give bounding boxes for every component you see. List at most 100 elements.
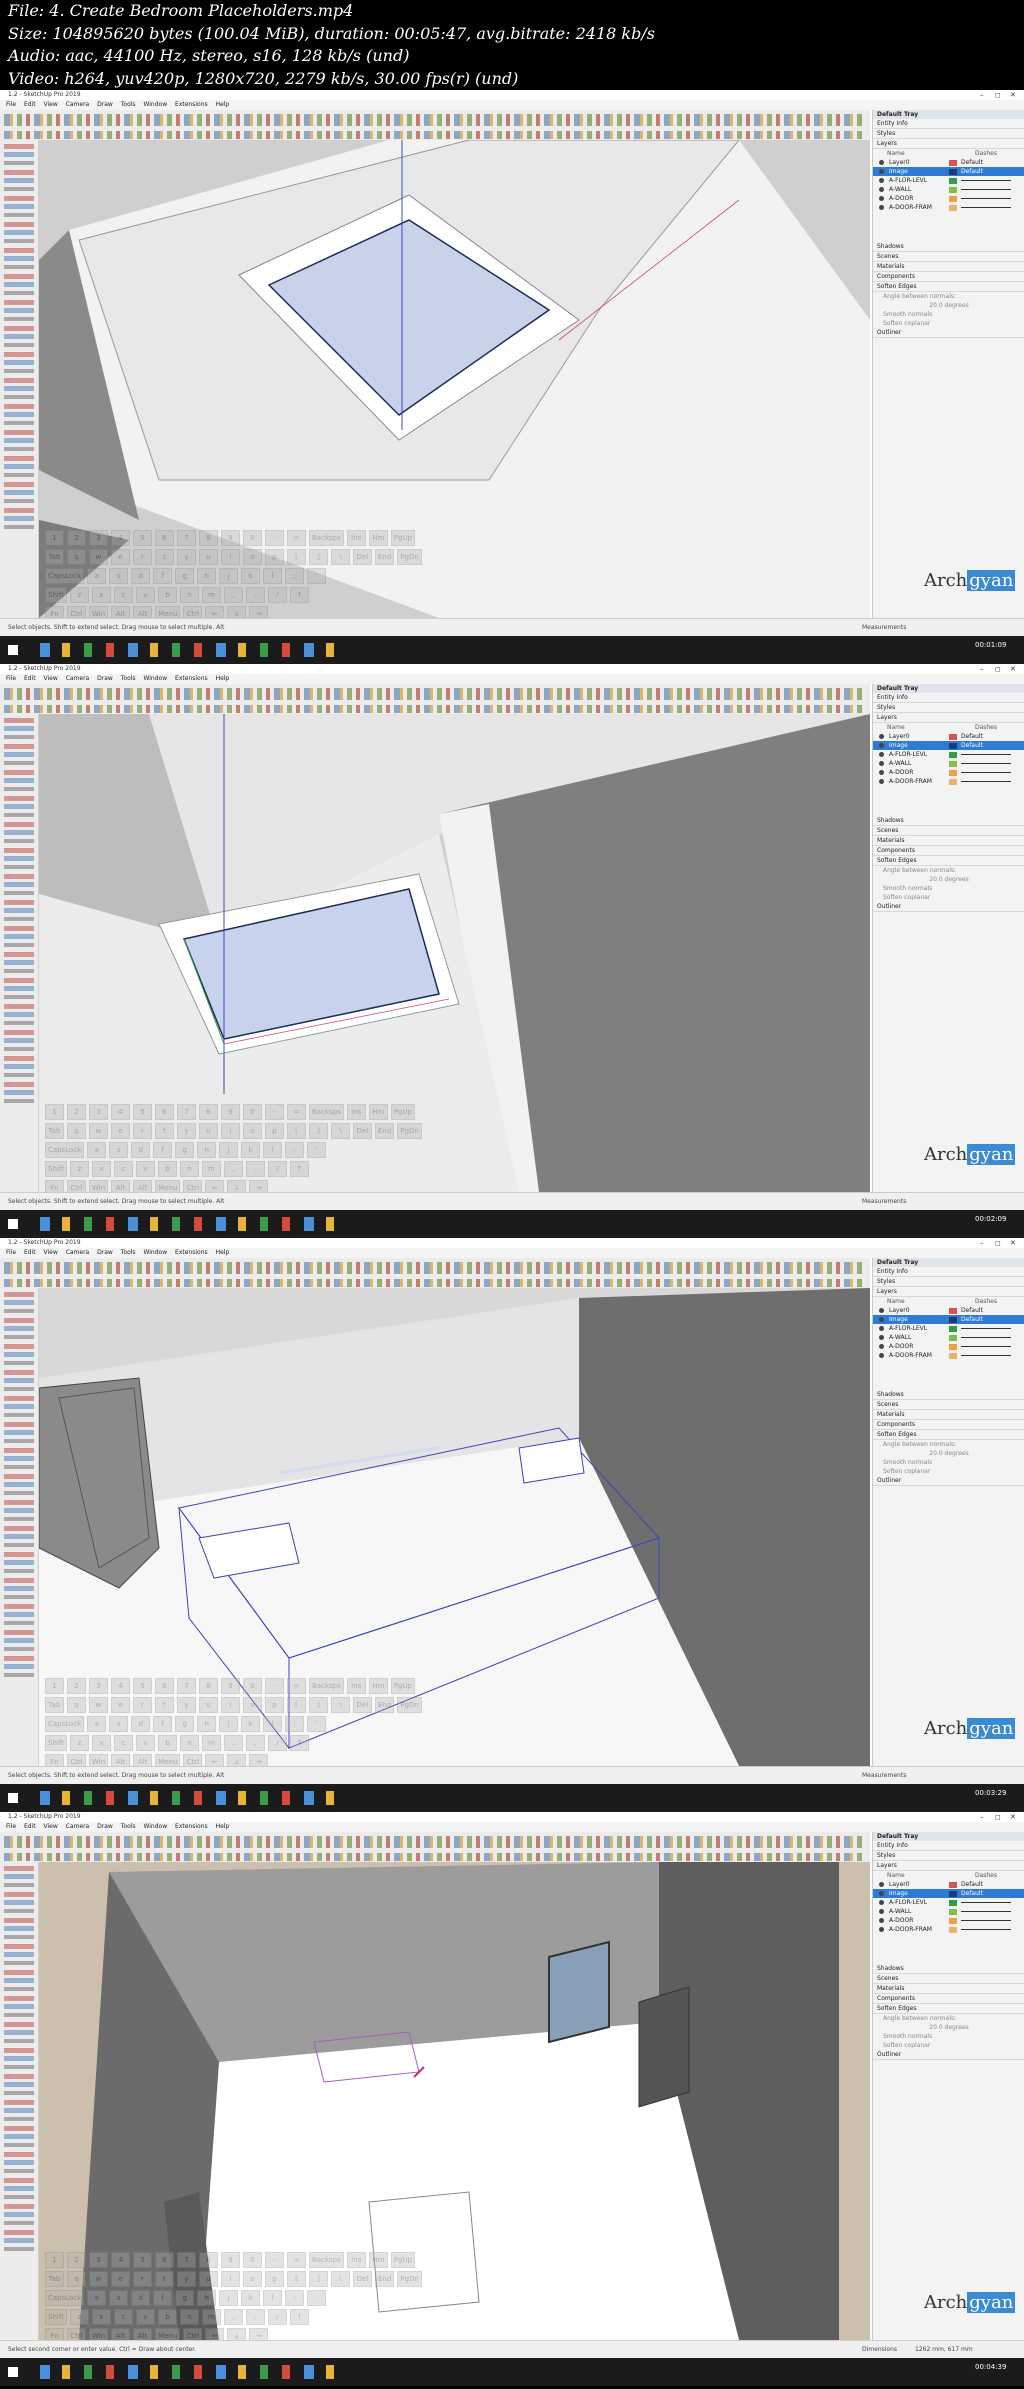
layer-row[interactable]: Image Default	[873, 167, 1024, 176]
tray-soften-edges[interactable]: Soften Edges	[873, 2004, 1024, 2014]
eye-icon[interactable]	[879, 1927, 884, 1932]
toolbar-row-1[interactable]	[0, 1832, 870, 1853]
tray-outliner[interactable]: Outliner	[873, 328, 1024, 338]
layer-color-swatch[interactable]	[949, 177, 957, 184]
menu-camera[interactable]: Camera	[66, 1822, 90, 1832]
tray-styles[interactable]: Styles	[873, 1277, 1024, 1287]
layer-row[interactable]: Layer0 Default	[873, 1880, 1024, 1889]
tray-styles[interactable]: Styles	[873, 703, 1024, 713]
menu-view[interactable]: View	[44, 674, 58, 684]
layer-row[interactable]: A-WALL	[873, 759, 1024, 768]
menu-extensions[interactable]: Extensions	[175, 1822, 208, 1832]
layer-color-swatch[interactable]	[949, 195, 957, 202]
tray-layers[interactable]: Layers	[873, 1861, 1024, 1871]
taskbar-app-icons[interactable]	[40, 643, 340, 657]
tray-scenes[interactable]: Scenes	[873, 1400, 1024, 1410]
tray-entity-info[interactable]: Entity Info	[873, 119, 1024, 129]
tool-icons[interactable]	[4, 144, 34, 534]
soften-coplanar-checkbox[interactable]: Soften coplanar	[873, 2041, 1024, 2050]
layer-color-swatch[interactable]	[949, 1352, 957, 1359]
maximize-button[interactable]: ◻	[995, 1812, 1001, 1822]
menu-draw[interactable]: Draw	[97, 100, 113, 110]
smooth-normals-checkbox[interactable]: Smooth normals	[873, 1458, 1024, 1467]
toolbar-row-1[interactable]	[0, 110, 870, 131]
menu-tools[interactable]: Tools	[121, 1248, 136, 1258]
menu-window[interactable]: Window	[143, 100, 167, 110]
eye-icon[interactable]	[879, 160, 884, 165]
smooth-normals-checkbox[interactable]: Smooth normals	[873, 310, 1024, 319]
layer-row[interactable]: Layer0 Default	[873, 158, 1024, 167]
menu-edit[interactable]: Edit	[24, 1822, 36, 1832]
layer-row[interactable]: A-DOOR	[873, 194, 1024, 203]
left-toolbar[interactable]	[0, 140, 39, 618]
tray-components[interactable]: Components	[873, 1420, 1024, 1430]
menu-extensions[interactable]: Extensions	[175, 100, 208, 110]
tray-layers[interactable]: Layers	[873, 1287, 1024, 1297]
soften-coplanar-checkbox[interactable]: Soften coplanar	[873, 1467, 1024, 1476]
dimensions-value[interactable]: 1262 mm, 617 mm	[915, 2341, 973, 2359]
toolbar-icons[interactable]	[4, 131, 866, 139]
layer-color-swatch[interactable]	[949, 1926, 957, 1933]
menu-camera[interactable]: Camera	[66, 1248, 90, 1258]
layer-row[interactable]: A-FLOR-LEVL	[873, 1898, 1024, 1907]
eye-icon[interactable]	[879, 752, 884, 757]
layer-row[interactable]: Layer0 Default	[873, 732, 1024, 741]
menu-tools[interactable]: Tools	[121, 674, 136, 684]
minimize-button[interactable]: –	[980, 1238, 984, 1248]
eye-icon[interactable]	[879, 178, 884, 183]
modeling-viewport[interactable]	[39, 714, 870, 1192]
menu-file[interactable]: File	[6, 100, 16, 110]
menu-edit[interactable]: Edit	[24, 674, 36, 684]
maximize-button[interactable]: ◻	[995, 1238, 1001, 1248]
tray-scenes[interactable]: Scenes	[873, 252, 1024, 262]
tray-shadows[interactable]: Shadows	[873, 1964, 1024, 1974]
layer-row[interactable]: Layer0 Default	[873, 1306, 1024, 1315]
maximize-button[interactable]: ◻	[995, 90, 1001, 100]
windows-start-icon[interactable]	[8, 645, 18, 655]
modeling-viewport[interactable]	[39, 1862, 870, 2340]
layer-color-swatch[interactable]	[949, 769, 957, 776]
layer-row[interactable]: A-DOOR	[873, 1916, 1024, 1925]
menu-view[interactable]: View	[44, 1822, 58, 1832]
eye-icon[interactable]	[879, 1326, 884, 1331]
toolbar-icons[interactable]	[4, 705, 866, 713]
menu-tools[interactable]: Tools	[121, 1822, 136, 1832]
menu-file[interactable]: File	[6, 674, 16, 684]
tray-scenes[interactable]: Scenes	[873, 1974, 1024, 1984]
layer-row[interactable]: Image Default	[873, 1889, 1024, 1898]
tray-styles[interactable]: Styles	[873, 1851, 1024, 1861]
tray-styles[interactable]: Styles	[873, 129, 1024, 139]
tray-materials[interactable]: Materials	[873, 1410, 1024, 1420]
layer-color-swatch[interactable]	[949, 1343, 957, 1350]
menu-camera[interactable]: Camera	[66, 100, 90, 110]
layer-row[interactable]: A-FLOR-LEVL	[873, 750, 1024, 759]
menu-help[interactable]: Help	[216, 1822, 230, 1832]
layer-row[interactable]: A-FLOR-LEVL	[873, 1324, 1024, 1333]
layer-color-swatch[interactable]	[949, 186, 957, 193]
layer-row[interactable]: A-DOOR-FRAM	[873, 203, 1024, 212]
layer-color-swatch[interactable]	[949, 1334, 957, 1341]
layer-color-swatch[interactable]	[949, 1899, 957, 1906]
layer-row[interactable]: A-DOOR	[873, 768, 1024, 777]
menu-edit[interactable]: Edit	[24, 1248, 36, 1258]
eye-icon[interactable]	[879, 1317, 884, 1322]
eye-icon[interactable]	[879, 1308, 884, 1313]
eye-icon[interactable]	[879, 761, 884, 766]
layer-color-swatch[interactable]	[949, 204, 957, 211]
eye-icon[interactable]	[879, 743, 884, 748]
tray-entity-info[interactable]: Entity Info	[873, 1841, 1024, 1851]
toolbar-icons[interactable]	[4, 1836, 866, 1848]
layer-color-swatch[interactable]	[949, 159, 957, 166]
soften-coplanar-checkbox[interactable]: Soften coplanar	[873, 319, 1024, 328]
menu-window[interactable]: Window	[143, 1248, 167, 1258]
tray-scenes[interactable]: Scenes	[873, 826, 1024, 836]
tray-layers[interactable]: Layers	[873, 139, 1024, 149]
eye-icon[interactable]	[879, 1353, 884, 1358]
menu-extensions[interactable]: Extensions	[175, 674, 208, 684]
layer-row[interactable]: A-WALL	[873, 185, 1024, 194]
modeling-viewport[interactable]	[39, 1288, 870, 1766]
menu-view[interactable]: View	[44, 100, 58, 110]
eye-icon[interactable]	[879, 1344, 884, 1349]
eye-icon[interactable]	[879, 1891, 884, 1896]
tray-shadows[interactable]: Shadows	[873, 816, 1024, 826]
